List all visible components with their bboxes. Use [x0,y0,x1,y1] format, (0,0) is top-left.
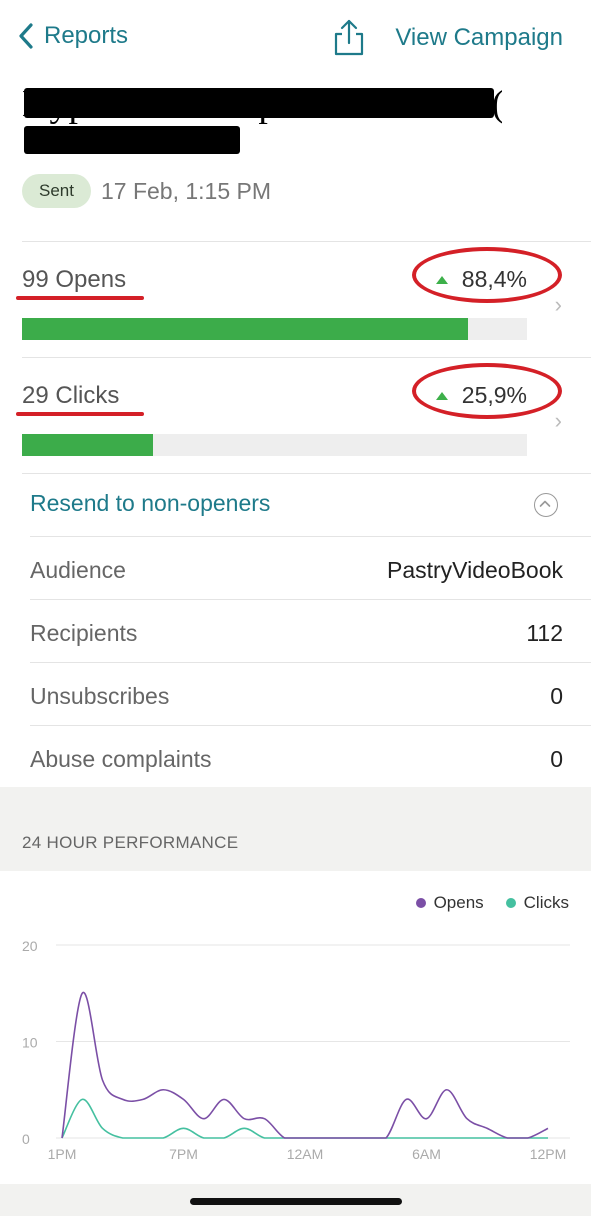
detail-value: 0 [550,683,563,709]
x-tick-label: 1PM [48,1146,77,1162]
detail-value: 0 [550,746,563,772]
share-button[interactable] [334,18,364,61]
performance-chart: 0 10 20 1PM 7PM 12AM 6AM 12PM [22,938,570,1162]
series-line-clicks [61,1098,548,1139]
y-tick-label: 0 [22,1131,30,1147]
unsubscribes-row: Unsubscribes 0 [30,663,563,725]
audience-row: Audience PastryVideoBook [30,537,563,599]
back-button[interactable]: Reports [18,22,128,50]
x-tick-label: 7PM [169,1146,198,1162]
recipients-row: Recipients 112 [30,600,563,662]
chevron-up-icon [540,501,551,508]
status-badge: Sent [22,174,91,208]
detail-label: Abuse complaints [30,746,212,772]
view-campaign-link[interactable]: View Campaign [395,24,563,52]
sent-row: Sent 17 Feb, 1:15 PM [22,174,271,208]
clicks-metric[interactable]: 29 Clicks 25,9% › [16,358,567,474]
detail-label: Recipients [30,620,138,646]
detail-label: Audience [30,557,126,583]
legend-label: Clicks [523,893,569,912]
sent-date: 17 Feb, 1:15 PM [100,177,272,204]
x-tick-label: 12AM [287,1146,324,1162]
chart-legend: Opens Clicks [394,893,569,913]
opens-progress-track [22,318,527,340]
series-line-opens [61,991,549,1139]
collapse-button[interactable] [534,493,558,517]
detail-label: Unsubscribes [30,683,170,709]
y-tick-label: 20 [22,938,38,954]
annotation-underline [16,296,144,300]
share-icon [334,19,364,56]
opens-label: 99 Opens [22,266,127,293]
opens-metric[interactable]: 99 Opens 88,4% › [16,242,567,358]
home-indicator[interactable] [190,1198,402,1205]
detail-value: 112 [526,620,563,646]
nav-bar: Reports View Campaign [0,0,591,76]
divider [22,473,591,474]
annotation-underline [16,412,144,416]
resend-non-openers-button[interactable]: Resend to non-openers [30,490,270,517]
x-tick-label: 6AM [412,1146,441,1162]
legend-item-opens: Opens [415,893,484,913]
chevron-right-icon: › [554,292,562,317]
clicks-progress-fill [22,434,153,456]
annotation-circle [412,247,562,303]
x-tick-label: 12PM [530,1146,567,1162]
legend-dot [505,898,516,908]
chevron-right-icon: › [554,408,562,433]
opens-progress-fill [22,318,469,340]
legend-item-clicks: Clicks [505,893,569,913]
detail-value: PastryVideoBook [386,557,563,583]
legend-label: Opens [433,893,484,912]
clicks-label: 29 Clicks [22,382,120,409]
redaction-bar [24,126,240,154]
performance-header: 24 HOUR PERFORMANCE [0,787,591,871]
back-label: Reports [44,22,129,49]
annotation-circle [412,363,562,419]
clicks-progress-track [22,434,527,456]
performance-title: 24 HOUR PERFORMANCE [22,833,239,852]
chevron-left-icon [19,23,33,49]
legend-dot [415,898,426,908]
y-tick-label: 10 [22,1035,38,1051]
redaction-bar [24,88,494,118]
abuse-complaints-row: Abuse complaints 0 [30,726,563,788]
